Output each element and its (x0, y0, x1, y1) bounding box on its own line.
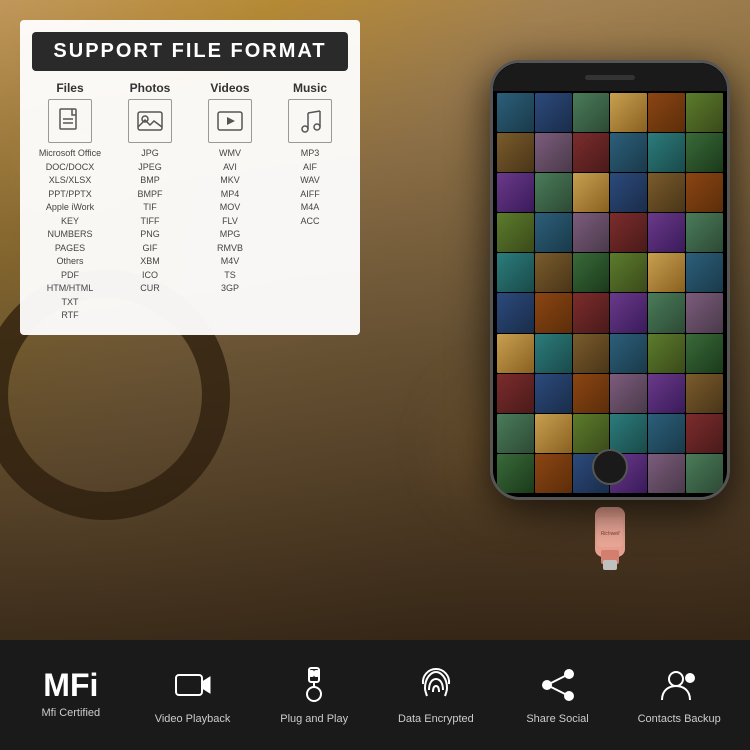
photos-icon (128, 99, 172, 143)
svg-text:Richwell: Richwell (601, 531, 621, 537)
music-title: Music (293, 81, 327, 95)
feature-encrypt: Data Encrypted (375, 663, 497, 726)
feature-plug: Plug and Play (253, 663, 375, 726)
format-grid: Files Microsoft OfficeDOC/DOCXXLS/XLSXPP… (32, 81, 348, 323)
format-col-files: Files Microsoft OfficeDOC/DOCXXLS/XLSXPP… (32, 81, 108, 323)
support-title: SUPPORT FILE FORMAT (32, 32, 348, 71)
share-icon (536, 663, 580, 707)
encrypt-label: Data Encrypted (398, 713, 474, 726)
fingerprint-icon (414, 663, 458, 707)
contacts-label: Contacts Backup (638, 713, 721, 726)
feature-contacts: Contacts Backup (618, 663, 740, 726)
phone-frame (490, 60, 730, 500)
phone-top-bar (493, 63, 727, 91)
usb-drive-svg: Richwell (575, 502, 645, 572)
phone-speaker (585, 75, 635, 80)
phone: Richwell (490, 60, 730, 540)
usb-icon (292, 663, 336, 707)
videos-icon (208, 99, 252, 143)
format-col-music: Music MP3AIFWAVAIFFM4AACC (272, 81, 348, 323)
mfi-text: MFi (43, 669, 98, 701)
camera-icon (171, 663, 215, 707)
feature-mfi: MFi Mfi Certified (10, 669, 132, 720)
photos-title: Photos (130, 81, 171, 95)
bottom-bar: MFi Mfi Certified Video Playback (0, 640, 750, 750)
plug-label: Plug and Play (280, 713, 348, 726)
main-container: SUPPORT FILE FORMAT Files Microsoft Offi… (0, 0, 750, 750)
mfi-label: Mfi Certified (41, 707, 100, 720)
social-label: Share Social (526, 713, 588, 726)
feature-video: Video Playback (132, 663, 254, 726)
files-items: Microsoft OfficeDOC/DOCXXLS/XLSXPPT/PPTX… (39, 147, 101, 323)
photos-items: JPGJPEGBMPBMPFTIFTIFFPNGGIFXBMICOCUR (137, 147, 162, 296)
files-title: Files (56, 81, 83, 95)
format-col-photos: Photos JPGJPEGBMPBMPFTIFTIFFPNGGIFXBMICO… (112, 81, 188, 323)
info-box: SUPPORT FILE FORMAT Files Microsoft Offi… (20, 20, 360, 335)
format-col-videos: Videos WMVAVIMKVMP4MOVFLVMPGRMVBM4VTS3GP (192, 81, 268, 323)
feature-social: Share Social (497, 663, 619, 726)
phone-home-button (592, 449, 628, 485)
files-icon (48, 99, 92, 143)
music-icon (288, 99, 332, 143)
contacts-icon (657, 663, 701, 707)
videos-items: WMVAVIMKVMP4MOVFLVMPGRMVBM4VTS3GP (217, 147, 243, 296)
videos-title: Videos (210, 81, 249, 95)
usb-drive-area: Richwell (490, 502, 730, 572)
video-label: Video Playback (155, 713, 231, 726)
phone-screen (493, 63, 727, 497)
music-items: MP3AIFWAVAIFFM4AACC (300, 147, 320, 228)
